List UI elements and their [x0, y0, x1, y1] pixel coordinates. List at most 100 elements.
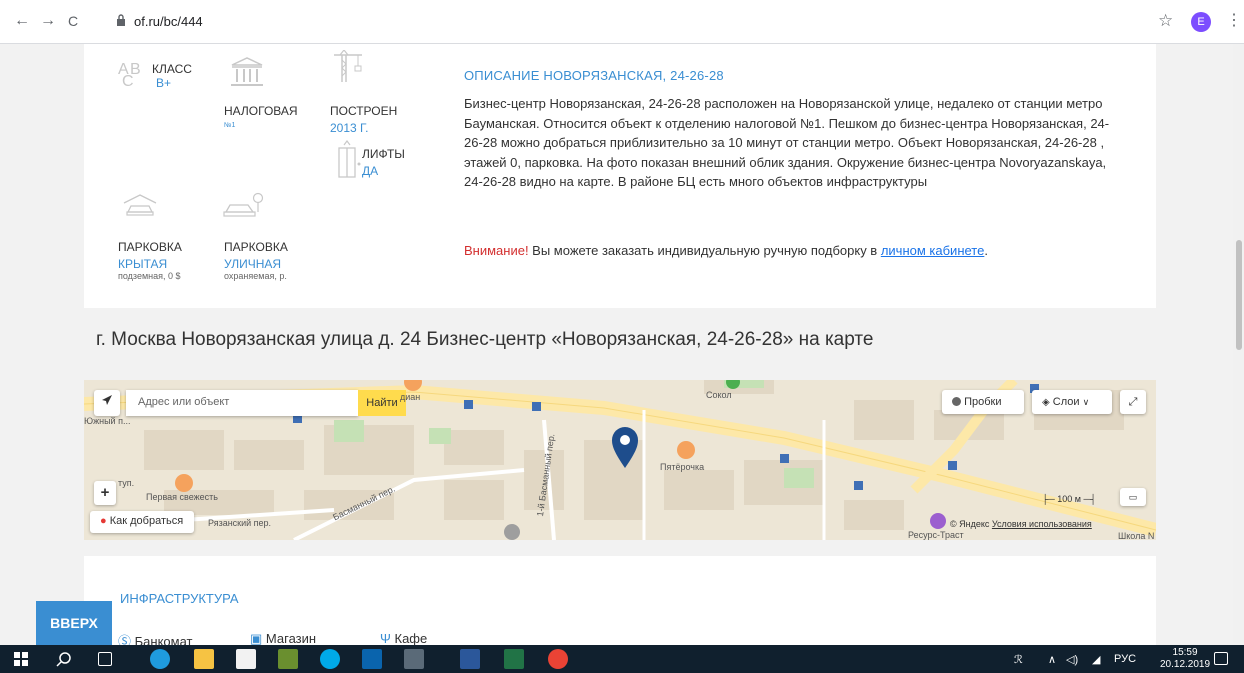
traffic-icon	[952, 397, 961, 406]
map-label-ryazanskiy: Рязанский пер.	[208, 518, 272, 528]
feature-built: ПОСТРОЕН 2013 Г.	[330, 104, 397, 135]
ruler-button[interactable]: ▭	[1120, 488, 1146, 506]
infrastructure-title: ИНФРАСТРУКТУРА	[120, 591, 239, 606]
expand-icon: ⤢	[1128, 396, 1138, 408]
map-label-sokol: Сокол	[706, 390, 732, 400]
route-label: Как добраться	[109, 515, 184, 527]
language-indicator[interactable]: РУС	[1114, 653, 1136, 665]
infra-item-label: Магазин	[265, 631, 317, 646]
browser-menu-icon[interactable]: ⋮	[1226, 10, 1242, 30]
map-label-pyaterochka: Пятёрочка	[660, 462, 705, 472]
parking-covered-label: ПАРКОВКА	[118, 240, 182, 254]
windows-start-icon[interactable]	[14, 652, 28, 666]
volume-icon[interactable]: ◁)	[1066, 653, 1078, 666]
clock-date: 20.12.2019	[1160, 659, 1211, 670]
covered-parking-icon	[123, 194, 157, 216]
page-scrollbar[interactable]	[1233, 44, 1244, 643]
edge-icon[interactable]	[150, 649, 170, 669]
feature-lifts: ЛИФТЫ ДА	[362, 147, 405, 178]
parking-street-value: УЛИЧНАЯ	[224, 257, 282, 271]
word-icon[interactable]	[460, 649, 480, 669]
profile-avatar[interactable]: E	[1191, 12, 1211, 32]
people-icon[interactable]: ℛ	[1014, 653, 1023, 666]
url-text: of.ru/bc/444	[134, 14, 203, 29]
task-view-icon[interactable]	[98, 652, 112, 666]
forward-button[interactable]: →	[40, 12, 56, 30]
map-label-pervaya-svezhest: Первая свежесть	[146, 492, 218, 502]
map-scale: ├─ 100 м ─┤	[1042, 494, 1096, 504]
tray-chevron-icon[interactable]: ∧	[1048, 653, 1056, 666]
geolocation-button[interactable]	[94, 390, 120, 416]
location-arrow-icon	[102, 395, 112, 405]
parking-street-label: ПАРКОВКА	[224, 240, 288, 254]
file-explorer-icon[interactable]	[194, 649, 214, 669]
map-find-button[interactable]: Найти	[358, 390, 406, 416]
infra-item-label: Кафе	[394, 631, 428, 646]
search-icon[interactable]	[56, 651, 72, 667]
map-label-dian: диан	[400, 392, 421, 402]
class-label: КЛАСС	[152, 62, 192, 76]
svg-text:C: C	[122, 73, 134, 86]
chevron-down-icon: ∨	[1082, 397, 1090, 407]
clock-time: 15:59	[1172, 647, 1198, 658]
personal-cabinet-link[interactable]: личном кабинете	[881, 243, 985, 258]
network-icon[interactable]: ◢	[1092, 653, 1100, 666]
scroll-up-button[interactable]: ВВЕРХ	[36, 601, 112, 645]
traffic-button[interactable]: Пробки	[942, 390, 1024, 414]
elevator-icon	[338, 140, 361, 178]
abc-class-icon: A B C	[118, 61, 141, 86]
excel-icon[interactable]	[504, 649, 524, 669]
scale-line-right: ─┤	[1083, 494, 1097, 504]
map-label-shkola: Школа N	[1118, 531, 1155, 540]
layers-icon: ◈	[1042, 397, 1050, 408]
terms-link[interactable]: Условия использования	[992, 519, 1092, 529]
built-value: 2013 Г.	[330, 121, 369, 135]
chrome-icon[interactable]	[548, 649, 568, 669]
feature-parking-street: ПАРКОВКА УЛИЧНАЯ охраняемая, р.	[224, 240, 288, 281]
map-widget[interactable]: Адрес или объект Найти Пробки ◈ Слои ∨ ⤢…	[84, 380, 1156, 540]
building-info-card: A B C КЛАСС В+ НАЛОГОВАЯ №1 ПОСТРОЕН 201…	[84, 44, 1156, 308]
fullscreen-button[interactable]: ⤢	[1120, 390, 1146, 414]
clock[interactable]: 15:59 20.12.2019	[1160, 647, 1210, 671]
street-parking-icon	[223, 192, 264, 217]
parking-street-sub: охраняемая, р.	[224, 271, 287, 281]
chart-app-icon[interactable]	[278, 649, 298, 669]
reload-button[interactable]: C	[68, 13, 78, 29]
traffic-label: Пробки	[964, 396, 1002, 408]
skype-icon[interactable]	[320, 649, 340, 669]
scale-label: 100 м	[1057, 494, 1081, 504]
tax-label: НАЛОГОВАЯ	[224, 104, 298, 118]
shop-icon: ▣	[250, 631, 263, 646]
back-button[interactable]: ←	[14, 12, 30, 30]
infra-item-cafe[interactable]: Ψ Кафе	[380, 631, 427, 646]
lock-icon	[117, 14, 125, 26]
outlook-icon[interactable]	[362, 649, 382, 669]
feature-parking-covered: ПАРКОВКА КРЫТАЯ подземная, 0 $	[118, 240, 182, 281]
copyright-text: © Яндекс	[950, 519, 992, 529]
lifts-value: ДА	[362, 164, 379, 178]
map-search-input[interactable]: Адрес или объект	[126, 390, 358, 416]
notice-warning: Внимание!	[464, 243, 529, 258]
map-label-resurs-trast: Ресурс-Траст	[908, 530, 964, 540]
zoom-in-button[interactable]: +	[94, 481, 116, 505]
map-copyright: © Яндекс Условия использования	[950, 519, 1092, 529]
map-heading: г. Москва Новорязанская улица д. 24 Бизн…	[96, 329, 874, 350]
route-pin-icon: ●	[100, 515, 107, 527]
address-bar[interactable]	[104, 8, 1190, 36]
notice-end: .	[984, 243, 988, 258]
parking-covered-value: КРЫТАЯ	[118, 257, 168, 271]
tax-building-icon	[231, 57, 263, 86]
layers-button[interactable]: ◈ Слои ∨	[1032, 390, 1112, 414]
order-notice: Внимание! Вы можете заказать индивидуаль…	[464, 243, 988, 258]
scrollbar-thumb[interactable]	[1236, 240, 1242, 350]
feature-class: КЛАСС В+	[152, 62, 192, 90]
lifts-label: ЛИФТЫ	[362, 147, 405, 161]
store-icon[interactable]	[236, 649, 256, 669]
tax-sub: №1	[224, 122, 236, 129]
bookmark-star-icon[interactable]: ☆	[1158, 11, 1173, 31]
notification-icon[interactable]	[1214, 652, 1228, 665]
calculator-icon[interactable]	[404, 649, 424, 669]
description-text: Бизнес-центр Новорязанская, 24-26-28 рас…	[464, 96, 1110, 189]
built-label: ПОСТРОЕН	[330, 104, 398, 118]
route-button[interactable]: ● Как добраться	[90, 511, 194, 533]
